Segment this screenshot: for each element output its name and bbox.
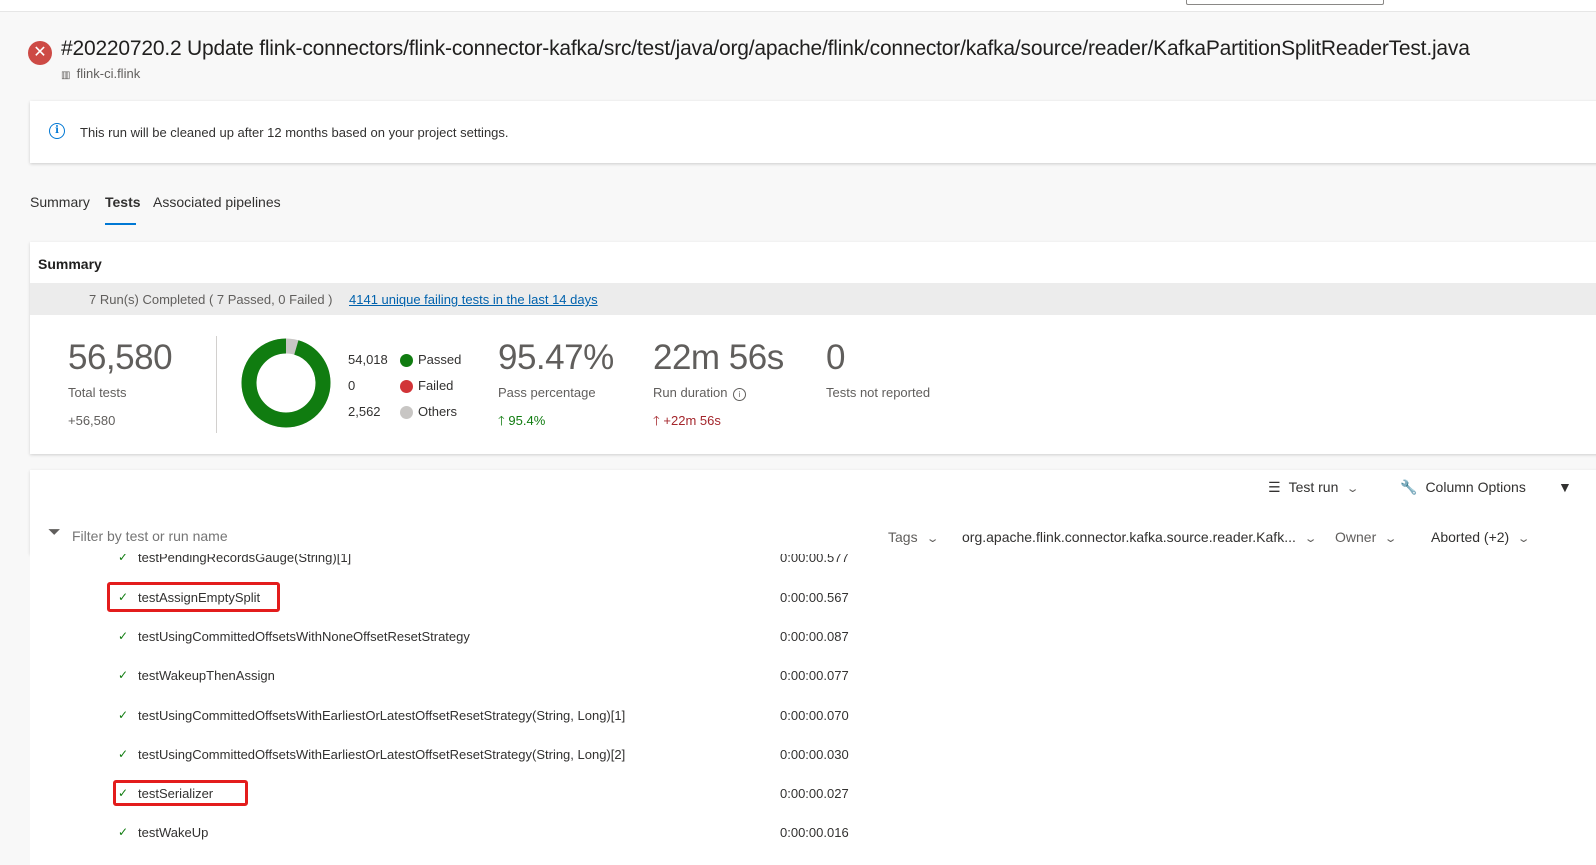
check-icon: ✓ [118, 825, 129, 839]
others-dot-icon [400, 406, 413, 419]
run-title: #20220720.2 Update flink-connectors/flin… [61, 37, 1470, 60]
failing-tests-link[interactable]: 4141 unique failing tests in the last 14… [349, 292, 598, 307]
table-row[interactable]: ✓ testUsingCommittedOffsetsWithEarliestO… [30, 708, 1596, 747]
pipeline-name[interactable]: flink-ci.flink [77, 66, 141, 81]
chevron-down-icon: ⌄ [1383, 533, 1398, 545]
test-run-label: Test run [1288, 479, 1339, 495]
test-duration: 0:00:00.567 [780, 590, 849, 605]
tags-label: Tags [888, 529, 918, 545]
check-icon: ✓ [118, 554, 129, 564]
info-icon[interactable]: i [733, 388, 747, 401]
column-options-button[interactable]: 🔧 Column Options [1400, 479, 1526, 496]
table-row[interactable]: ✓ testSerializer 0:00:00.027 [30, 786, 1596, 825]
pass-percentage-delta: 🡑 95.4% [498, 412, 545, 434]
tab-tests[interactable]: Tests [105, 194, 141, 210]
owner-dropdown[interactable]: Owner ⌄ [1335, 529, 1398, 545]
total-tests-delta: +56,580 [68, 413, 116, 428]
container-dropdown[interactable]: org.apache.flink.connector.kafka.source.… [962, 529, 1318, 545]
arrow-up-icon: 🡑 [653, 413, 660, 428]
failed-dot-icon [400, 380, 413, 393]
test-duration: 0:00:00.087 [780, 629, 849, 644]
test-name[interactable]: testUsingCommittedOffsetsWithEarliestOrL… [138, 708, 625, 723]
banner-text: This run will be cleaned up after 12 mon… [80, 125, 509, 140]
donut-passed-segment [241, 338, 331, 428]
test-name[interactable]: testPendingRecordsGauge(String)[1] [138, 554, 351, 565]
container-label: org.apache.flink.connector.kafka.source.… [962, 529, 1296, 545]
table-row[interactable]: ✓ testWakeUp 0:00:00.016 [30, 825, 1596, 864]
error-x-icon: ✕ [28, 41, 52, 65]
runs-completed-text: 7 Run(s) Completed ( 7 Passed, 0 Failed … [89, 292, 333, 307]
tests-grid-header: ☰Test run⌄ 🔧Column Options ▼ ⏷ Tags⌄ org… [30, 470, 1596, 554]
check-icon: ✓ [118, 708, 129, 722]
filter-bar: ⏷ Tags⌄ org.apache.flink.connector.kafka… [30, 518, 1596, 554]
run-duration-delta: 🡑 +22m 56s [653, 412, 721, 434]
test-duration: 0:00:00.030 [780, 747, 849, 762]
column-options-label: Column Options [1425, 479, 1526, 495]
test-duration: 0:00:00.577 [780, 554, 849, 565]
pass-percentage-value: 95.47% [498, 338, 614, 377]
run-duration-label-text: Run duration [653, 385, 728, 400]
summary-divider [216, 336, 217, 433]
test-duration: 0:00:00.077 [780, 668, 849, 683]
legend-others-label: Others [418, 404, 458, 419]
passed-dot-icon [400, 354, 413, 367]
run-duration-value: 22m 56s [653, 338, 784, 377]
not-reported-label: Tests not reported [826, 385, 931, 400]
chevron-down-icon: ⌄ [1303, 533, 1318, 545]
retention-banner: i This run will be cleaned up after 12 m… [30, 101, 1596, 163]
tab-summary[interactable]: Summary [30, 194, 90, 210]
pass-delta-value: 95.4% [508, 413, 546, 428]
legend-passed-count: 54,018 [348, 352, 388, 367]
info-icon: i [49, 123, 65, 139]
chevron-down-icon: ⌄ [1516, 533, 1531, 545]
test-name[interactable]: testWakeUp [138, 825, 208, 840]
chevron-down-icon: ⌄ [925, 533, 940, 545]
outcome-donut-chart [241, 338, 331, 428]
table-row[interactable]: ✓ testUsingCommittedOffsetsWithNoneOffse… [30, 629, 1596, 668]
table-row[interactable]: ✓ testWakeupThenAssign 0:00:00.077 [30, 668, 1596, 707]
chevron-down-icon: ⌄ [1346, 483, 1360, 495]
check-icon: ✓ [118, 747, 129, 761]
legend-others-count: 2,562 [348, 404, 381, 419]
check-icon: ✓ [118, 629, 129, 643]
runs-bar: 7 Run(s) Completed ( 7 Passed, 0 Failed … [30, 283, 1596, 315]
run-duration-label: Run duration i [653, 385, 747, 401]
duration-delta-value: +22m 56s [663, 413, 721, 428]
filter-input[interactable] [44, 523, 714, 549]
outcome-dropdown[interactable]: Aborted (+2) ⌄ [1431, 529, 1531, 545]
test-name[interactable]: testUsingCommittedOffsetsWithEarliestOrL… [138, 747, 625, 762]
legend-failed-label: Failed [418, 378, 454, 393]
test-name[interactable]: testUsingCommittedOffsetsWithNoneOffsetR… [138, 629, 470, 644]
arrow-up-icon: 🡑 [498, 413, 505, 428]
tab-associated-pipelines[interactable]: Associated pipelines [153, 194, 281, 210]
pipeline-link[interactable]: ▥ flink-ci.flink [61, 66, 140, 81]
tags-dropdown[interactable]: Tags ⌄ [888, 529, 940, 545]
total-tests-label: Total tests [68, 385, 127, 400]
check-icon: ✓ [118, 668, 129, 682]
table-row[interactable]: ✓ testUsingCommittedOffsetsWithEarliestO… [30, 747, 1596, 786]
list-icon: ☰ [1268, 479, 1281, 495]
summary-title: Summary [38, 256, 102, 272]
annotation-box [113, 780, 248, 806]
filter-toggle-icon[interactable]: ▼ [1558, 479, 1572, 495]
top-search-box[interactable] [1186, 0, 1384, 5]
owner-label: Owner [1335, 529, 1377, 545]
legend-failed-count: 0 [348, 378, 356, 393]
annotation-box [107, 582, 280, 612]
summary-card: Summary 7 Run(s) Completed ( 7 Passed, 0… [30, 242, 1596, 454]
outcome-label: Aborted (+2) [1431, 529, 1510, 545]
active-tab-indicator [105, 223, 136, 225]
legend-passed-label: Passed [418, 352, 462, 367]
pass-percentage-label: Pass percentage [498, 385, 596, 400]
test-duration: 0:00:00.016 [780, 825, 849, 840]
test-name[interactable]: testWakeupThenAssign [138, 668, 275, 683]
test-duration: 0:00:00.070 [780, 708, 849, 723]
not-reported-value: 0 [826, 338, 845, 377]
test-run-dropdown[interactable]: ☰ Test run ⌄ [1268, 479, 1360, 496]
test-duration: 0:00:00.027 [780, 786, 849, 801]
total-tests-value: 56,580 [68, 338, 173, 377]
wrench-icon: 🔧 [1400, 479, 1418, 495]
pipeline-icon: ▥ [61, 70, 71, 81]
